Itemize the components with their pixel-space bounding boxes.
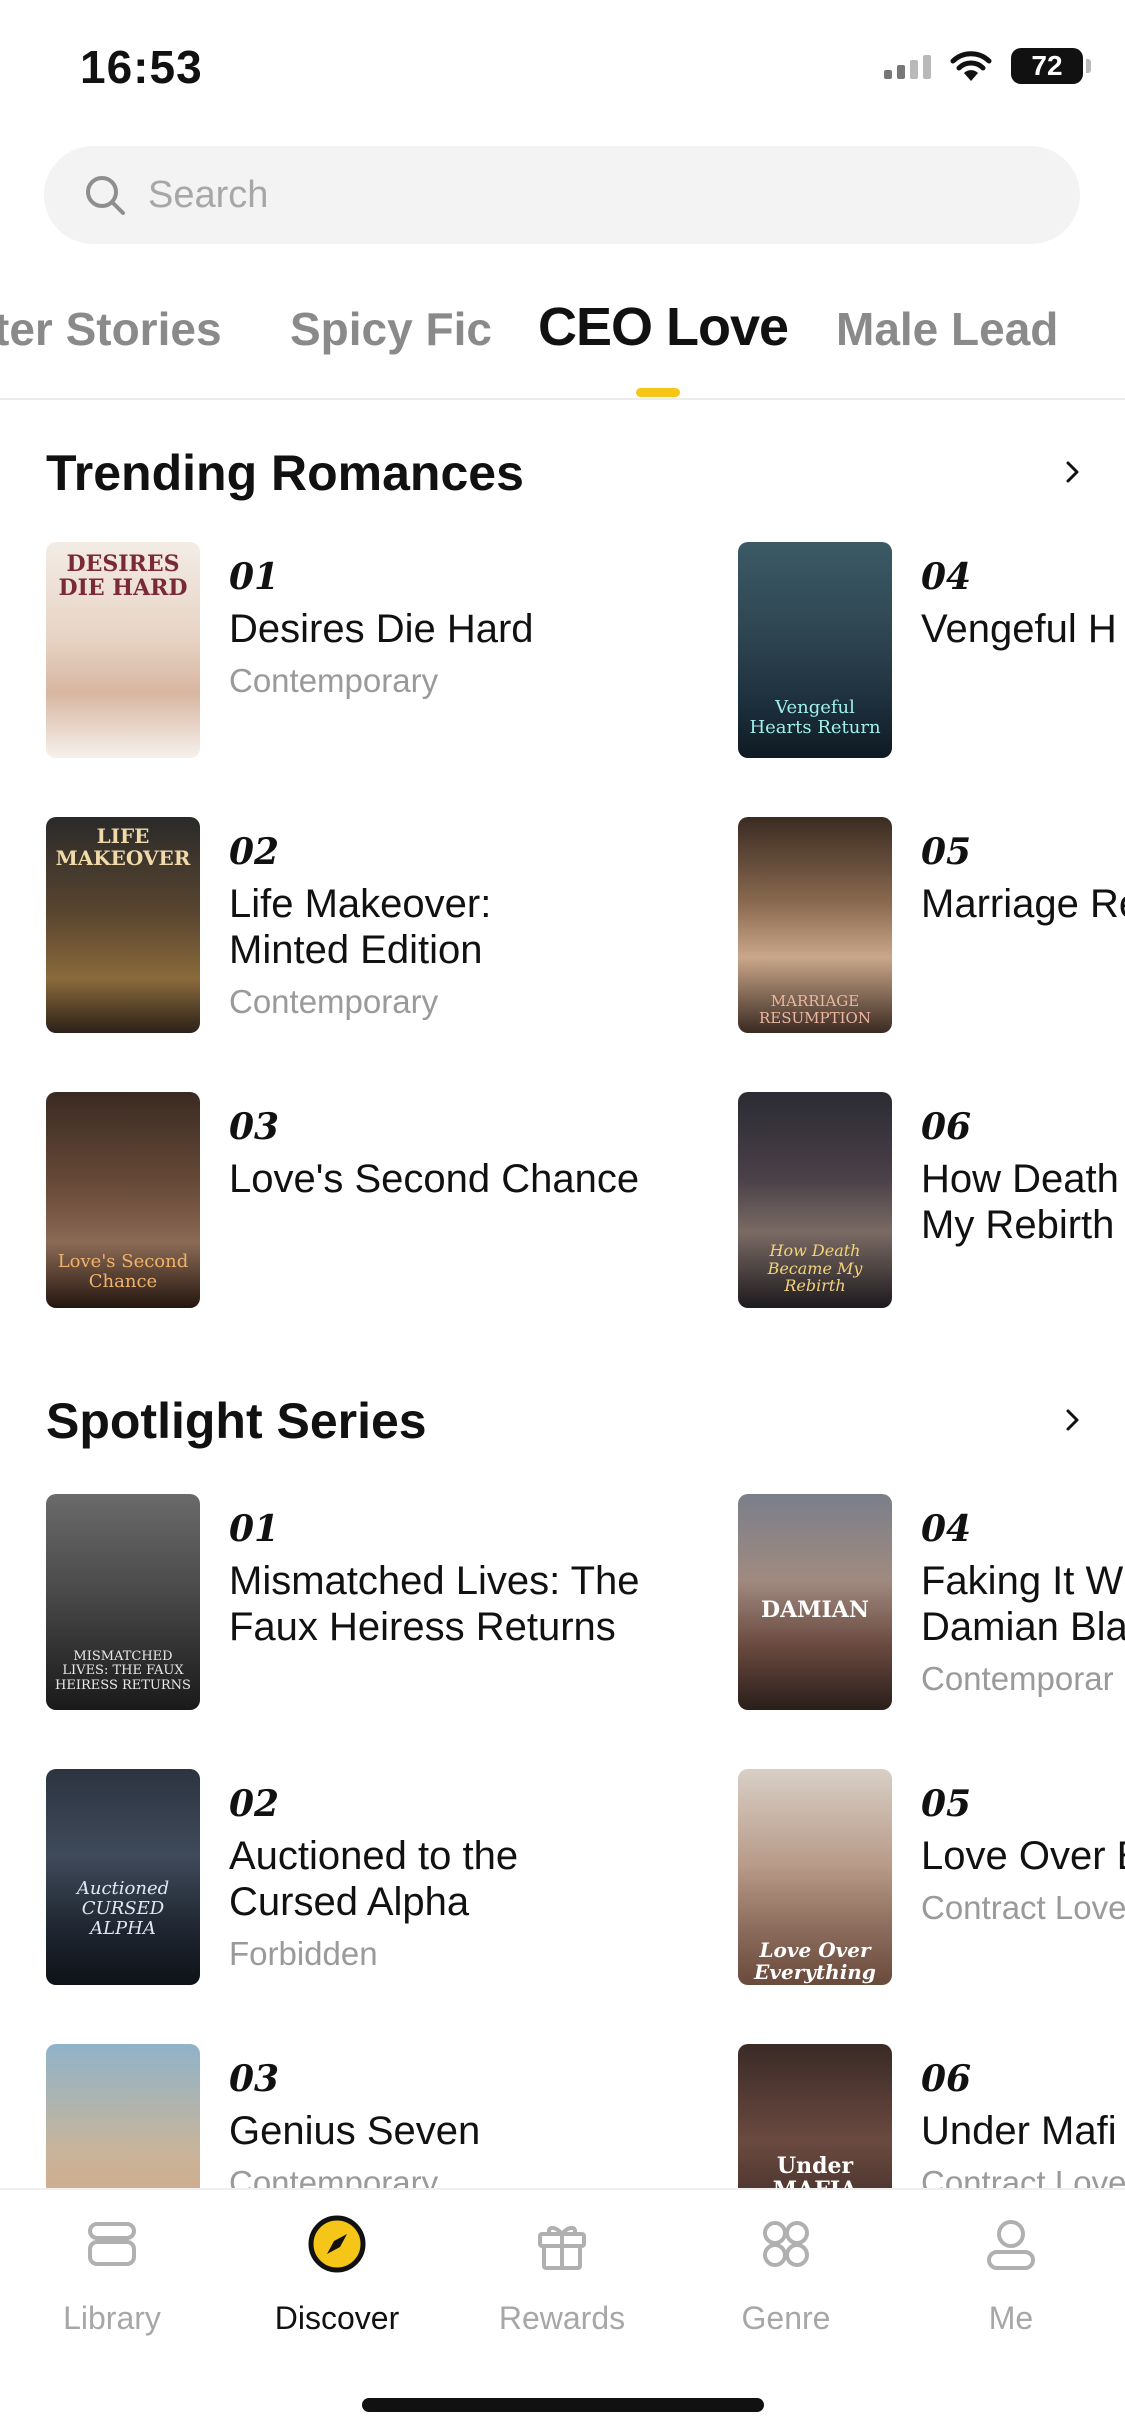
battery-percent: 72: [1031, 50, 1063, 81]
gift-icon: [538, 2226, 586, 2270]
book-title: Genius Seven: [229, 2109, 481, 2153]
book-title: How Death: [921, 1157, 1119, 1201]
book-title: Marriage Re: [921, 882, 1125, 926]
tab-ceo-love[interactable]: CEO Love: [538, 296, 789, 358]
profile-icon: [987, 2220, 1035, 2270]
book-item[interactable]: DESIRES DIE HARD 01 Desires Die Hard Con…: [46, 542, 606, 758]
search-icon: [86, 176, 125, 215]
book-title-line2: Damian Bla: [921, 1605, 1125, 1649]
book-title-line2: Faux Heiress Returns: [229, 1605, 616, 1649]
book-title: Love Over E: [921, 1834, 1125, 1878]
nav-label: Genre: [741, 2300, 831, 2336]
nav-label: Discover: [274, 2300, 400, 2336]
book-item[interactable]: Auctioned CURSED ALPHA 02 Auctioned to t…: [46, 1769, 606, 1985]
book-rank: 01: [229, 1508, 280, 1550]
nav-me[interactable]: Me: [926, 2212, 1096, 2337]
book-title-line2: My Rebirth: [921, 1203, 1115, 1247]
book-title: Life Makeover:: [229, 882, 492, 926]
book-genre: Contemporary: [229, 662, 439, 699]
battery-icon: 72: [1011, 48, 1091, 84]
book-title: Faking It W: [921, 1559, 1124, 1603]
nav-rewards[interactable]: Rewards: [477, 2212, 647, 2337]
category-tabs: ter Stories Spicy Fic CEO Love Male Lead: [0, 278, 1125, 400]
library-icon: [88, 2222, 136, 2266]
spotlight-section: Spotlight Series MISMATCHED LIVES: THE F…: [0, 1350, 1125, 2260]
active-tab-indicator: [636, 388, 680, 397]
book-item[interactable]: Vengeful Hearts Return 04 Vengeful H: [738, 542, 1125, 758]
book-rank: 03: [229, 1106, 280, 1148]
book-title: Auctioned to the: [229, 1834, 519, 1878]
nav-label: Library: [63, 2300, 161, 2336]
chevron-right-icon[interactable]: [1060, 460, 1084, 484]
book-title: Vengeful H: [921, 607, 1117, 651]
book-item[interactable]: Love's Second Chance 03 Love's Second Ch…: [46, 1092, 639, 1308]
home-indicator: [362, 2398, 764, 2412]
book-item[interactable]: DAMIAN 04 Faking It W Damian Bla Contemp…: [738, 1494, 1125, 1710]
search-placeholder: Search: [148, 173, 269, 216]
section-title: Spotlight Series: [46, 1393, 427, 1449]
book-cover: How Death Became My Rebirth: [738, 1092, 892, 1308]
book-title: Desires Die Hard: [229, 607, 534, 651]
book-rank: 06: [921, 1106, 972, 1148]
book-rank: 02: [229, 831, 280, 873]
genre-grid-icon: [763, 2221, 809, 2267]
book-title: Love's Second Chance: [229, 1157, 640, 1201]
book-rank: 04: [921, 1508, 972, 1550]
book-cover: DAMIAN: [738, 1494, 892, 1710]
book-item[interactable]: Love Over Everything 05 Love Over E Cont…: [738, 1769, 1125, 1985]
book-title: Under Mafi: [921, 2109, 1117, 2153]
book-title: Mismatched Lives: The: [229, 1559, 640, 1603]
book-cover: Vengeful Hearts Return: [738, 542, 892, 758]
status-indicators: 72: [884, 48, 1091, 84]
book-title-line2: Minted Edition: [229, 928, 483, 972]
tab-male-lead[interactable]: Male Lead: [836, 302, 1058, 356]
nav-genre[interactable]: Genre: [701, 2212, 871, 2337]
book-item[interactable]: MARRIAGE RESUMPTION 05 Marriage Re: [738, 817, 1125, 1033]
book-cover: LIFE MAKEOVER: [46, 817, 200, 1033]
book-rank: 01: [229, 556, 280, 598]
tab-spicy-fic[interactable]: Spicy Fic: [290, 302, 492, 356]
book-rank: 06: [921, 2058, 972, 2100]
book-cover: MARRIAGE RESUMPTION: [738, 817, 892, 1033]
book-rank: 02: [229, 1783, 280, 1825]
compass-icon: [308, 2215, 366, 2273]
book-cover: DESIRES DIE HARD: [46, 542, 200, 758]
book-item[interactable]: How Death Became My Rebirth 06 How Death…: [738, 1092, 1125, 1308]
book-title-line2: Cursed Alpha: [229, 1880, 470, 1924]
book-genre: Contemporary: [229, 983, 439, 1020]
status-bar: 16:53 72: [0, 0, 1125, 140]
book-genre: Contemporar: [921, 1660, 1114, 1697]
cellular-signal-icon: [884, 53, 931, 79]
nav-discover[interactable]: Discover: [252, 2212, 422, 2337]
book-genre: Forbidden: [229, 1935, 378, 1972]
book-genre: Contract Love: [921, 1889, 1125, 1926]
book-cover: Auctioned CURSED ALPHA: [46, 1769, 200, 1985]
book-item[interactable]: LIFE MAKEOVER 02 Life Makeover: Minted E…: [46, 817, 606, 1033]
search-bar[interactable]: Search: [44, 146, 1080, 244]
book-rank: 04: [921, 556, 972, 598]
book-item[interactable]: MISMATCHED LIVES: THE FAUX HEIRESS RETUR…: [46, 1494, 640, 1710]
book-rank: 05: [921, 831, 972, 873]
book-cover: Love's Second Chance: [46, 1092, 200, 1308]
section-title: Trending Romances: [46, 445, 524, 501]
status-time: 16:53: [80, 41, 203, 93]
nav-library[interactable]: Library: [27, 2212, 197, 2337]
book-cover: Love Over Everything: [738, 1769, 892, 1985]
trending-section: Trending Romances DESIRES DIE HARD 01 De…: [0, 400, 1125, 1340]
wifi-icon: [950, 51, 992, 81]
nav-label: Rewards: [498, 2300, 626, 2336]
nav-label: Me: [988, 2300, 1034, 2336]
book-rank: 03: [229, 2058, 280, 2100]
book-rank: 05: [921, 1783, 972, 1825]
chevron-right-icon[interactable]: [1060, 1408, 1084, 1432]
book-cover: MISMATCHED LIVES: THE FAUX HEIRESS RETUR…: [46, 1494, 200, 1710]
tab-other-stories[interactable]: ter Stories: [0, 302, 222, 356]
